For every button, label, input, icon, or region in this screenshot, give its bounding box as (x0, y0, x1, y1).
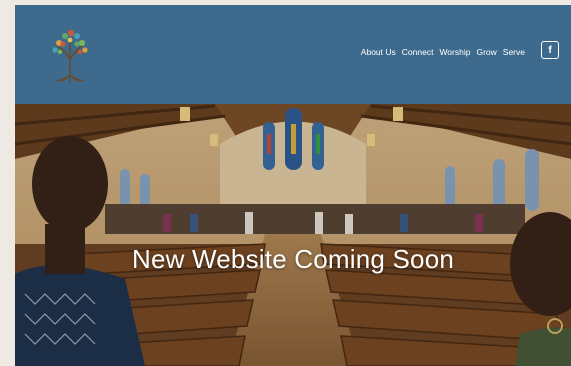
main-nav: About Us Connect Worship Grow Serve (361, 47, 525, 57)
nav-grow[interactable]: Grow (476, 47, 496, 57)
nav-worship[interactable]: Worship (439, 47, 470, 57)
facebook-icon[interactable]: f (541, 41, 559, 59)
website-frame: About Us Connect Worship Grow Serve f Ne… (15, 5, 571, 366)
site-header: About Us Connect Worship Grow Serve f (15, 5, 571, 104)
hero-headline: New Website Coming Soon (131, 244, 455, 274)
church-interior-photo (15, 104, 571, 366)
hero-banner: New Website Coming Soon (15, 104, 571, 366)
nav-serve[interactable]: Serve (503, 47, 525, 57)
tree-of-life-logo-icon[interactable] (47, 23, 93, 83)
nav-about-us[interactable]: About Us (361, 47, 396, 57)
facebook-glyph: f (548, 44, 552, 56)
nav-connect[interactable]: Connect (402, 47, 434, 57)
